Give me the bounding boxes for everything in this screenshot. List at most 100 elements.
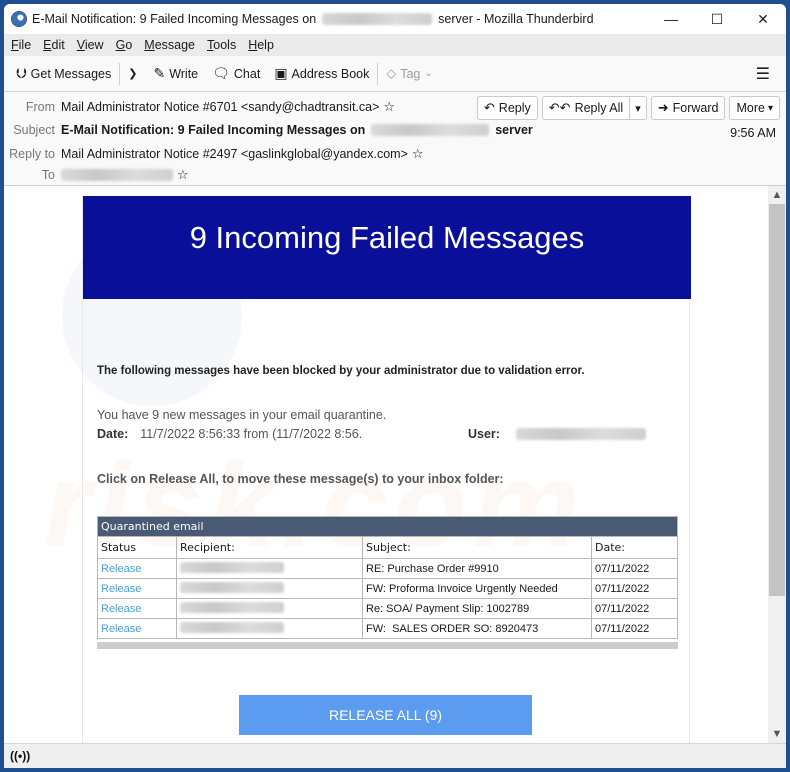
- release-link[interactable]: Release: [101, 563, 141, 575]
- subject-prefix: E-Mail Notification: 9 Failed Incoming M…: [61, 123, 366, 137]
- close-button[interactable]: ✕: [740, 4, 786, 34]
- release-link[interactable]: Release: [101, 603, 141, 615]
- reply-all-button[interactable]: ↶↶ Reply All: [543, 97, 631, 119]
- from-value[interactable]: Mail Administrator Notice #6701 <sandy@c…: [61, 100, 379, 114]
- scrollbar-thumb[interactable]: [769, 204, 785, 596]
- toolbar-divider: [377, 62, 379, 85]
- email-content: 9 Incoming Failed Messages The following…: [82, 196, 691, 743]
- release-link[interactable]: Release: [101, 583, 141, 595]
- subject-row: Subject E-Mail Notification: 9 Failed In…: [4, 123, 533, 137]
- star-icon[interactable]: ☆: [177, 167, 189, 183]
- date-line: Date: 11/7/2022 8:56:33 from (11/7/2022 …: [97, 427, 362, 441]
- chat-button[interactable]: 🗨 Chat: [208, 61, 264, 87]
- date-cell: 07/11/2022: [591, 598, 678, 619]
- app-menu-icon[interactable]: ☰: [756, 64, 770, 84]
- chevron-down-icon: ❯: [128, 68, 138, 80]
- reply-all-button-group: ↶↶ Reply All ▾: [541, 96, 647, 120]
- forward-button[interactable]: ➜ Forward: [650, 96, 726, 120]
- status-cell: Release: [97, 558, 177, 579]
- menu-bar: File Edit View Go Message Tools Help: [4, 34, 786, 56]
- column-header-date: Date:: [591, 536, 678, 559]
- menu-go[interactable]: Go: [116, 38, 133, 52]
- tag-icon: ⬦: [386, 65, 397, 81]
- header-buttons: ↶ Reply ↶↶ Reply All ▾ ➜ Forward More ▾: [473, 96, 780, 120]
- recipient-cell: [176, 558, 363, 579]
- user-line: User:: [468, 427, 646, 441]
- table-footer: [97, 642, 678, 649]
- redacted-recipient: [180, 561, 284, 573]
- window-title: E-Mail Notification: 9 Failed Incoming M…: [32, 12, 594, 26]
- message-body: risk.com 9 Incoming Failed Messages The …: [4, 186, 768, 743]
- tag-button[interactable]: ⬦ Tag ⌄: [382, 61, 436, 87]
- pencil-icon: ✎: [153, 65, 166, 81]
- release-link[interactable]: Release: [101, 623, 141, 635]
- redacted-user: [515, 428, 646, 440]
- reply-to-value[interactable]: Mail Administrator Notice #2497 <gaslink…: [61, 147, 408, 161]
- menu-help[interactable]: Help: [248, 38, 274, 52]
- window-title-prefix: E-Mail Notification: 9 Failed Incoming M…: [32, 12, 317, 26]
- menu-tools[interactable]: Tools: [207, 38, 236, 52]
- status-cell: Release: [97, 578, 177, 599]
- cta-text: Click on Release All, to move these mess…: [97, 472, 504, 486]
- reply-all-label: Reply All: [574, 101, 624, 115]
- column-header-recipient: Recipient:: [176, 536, 363, 559]
- redacted-recipient[interactable]: [61, 169, 173, 181]
- release-all-button[interactable]: RELEASE ALL (9): [239, 695, 532, 735]
- status-cell: Release: [97, 598, 177, 619]
- more-label: More: [736, 101, 765, 115]
- title-bar: E-Mail Notification: 9 Failed Incoming M…: [4, 4, 786, 34]
- toolbar-divider: [119, 62, 121, 85]
- more-button[interactable]: More ▾: [729, 96, 780, 120]
- message-header: From Mail Administrator Notice #6701 <sa…: [4, 92, 786, 186]
- status-bar: ((•)): [4, 743, 786, 768]
- email-banner: 9 Incoming Failed Messages: [83, 196, 691, 299]
- forward-arrow-icon: ➜: [657, 100, 669, 115]
- chat-bubble-icon: 🗨: [212, 65, 230, 81]
- write-button[interactable]: ✎ Write: [149, 61, 202, 87]
- table-row: Release FW: SALES ORDER SO: 8920473 07/11/…: [97, 618, 678, 639]
- scroll-down-icon[interactable]: ▼: [768, 725, 786, 743]
- menu-file[interactable]: File: [11, 38, 31, 52]
- get-messages-label: Get Messages: [30, 66, 112, 81]
- redacted-domain: [371, 124, 490, 136]
- reply-arrow-icon: ↶: [483, 100, 495, 115]
- address-book-button[interactable]: ▣ Address Book: [270, 61, 373, 87]
- vertical-scrollbar[interactable]: ▲ ▼: [768, 186, 786, 743]
- get-messages-dropdown[interactable]: ❯: [124, 61, 145, 87]
- quarantine-table: Quarantined email Status Recipient: Subj…: [97, 516, 678, 639]
- banner-title: 9 Incoming Failed Messages: [189, 219, 585, 255]
- quarantine-count-text: You have 9 new messages in your email qu…: [97, 408, 387, 422]
- subject-value: E-Mail Notification: 9 Failed Incoming M…: [61, 123, 533, 137]
- star-icon[interactable]: ☆: [412, 146, 424, 162]
- scroll-up-icon[interactable]: ▲: [768, 186, 786, 204]
- redacted-domain: [322, 13, 433, 25]
- get-messages-button[interactable]: ⮋ Get Messages: [12, 61, 115, 87]
- reply-button[interactable]: ↶ Reply: [476, 96, 538, 120]
- online-status-icon[interactable]: ((•)): [10, 749, 30, 763]
- date-cell: 07/11/2022: [591, 558, 678, 579]
- redacted-recipient: [180, 601, 284, 613]
- window-title-suffix: server - Mozilla Thunderbird: [438, 12, 594, 26]
- window-controls: — ☐ ✕: [648, 4, 786, 34]
- reply-all-dropdown[interactable]: ▾: [630, 102, 646, 115]
- redacted-recipient: [180, 621, 284, 633]
- column-header-status: Status: [97, 536, 177, 559]
- address-book-icon: ▣: [274, 65, 288, 81]
- table-row: Release Re: SOA/ Payment Slip: 1002789 07/…: [97, 598, 678, 619]
- date-cell: 07/11/2022: [591, 578, 678, 599]
- chevron-down-icon: ▾: [767, 102, 773, 114]
- menu-edit[interactable]: Edit: [43, 38, 65, 52]
- main-toolbar: ⮋ Get Messages ❯ ✎ Write 🗨 Chat ▣ Addres…: [4, 56, 786, 92]
- table-header-row: Status Recipient: Subject: Date:: [97, 536, 678, 559]
- from-row: From Mail Administrator Notice #6701 <sa…: [4, 99, 395, 115]
- write-label: Write: [169, 66, 199, 81]
- reply-to-label: Reply to: [9, 147, 55, 161]
- menu-view[interactable]: View: [77, 38, 104, 52]
- maximize-button[interactable]: ☐: [694, 4, 740, 34]
- to-label: To: [41, 168, 55, 182]
- star-icon[interactable]: ☆: [383, 99, 395, 115]
- menu-message[interactable]: Message: [144, 38, 195, 52]
- minimize-button[interactable]: —: [648, 4, 694, 34]
- recipient-cell: [176, 578, 363, 599]
- table-caption: Quarantined email: [97, 516, 678, 537]
